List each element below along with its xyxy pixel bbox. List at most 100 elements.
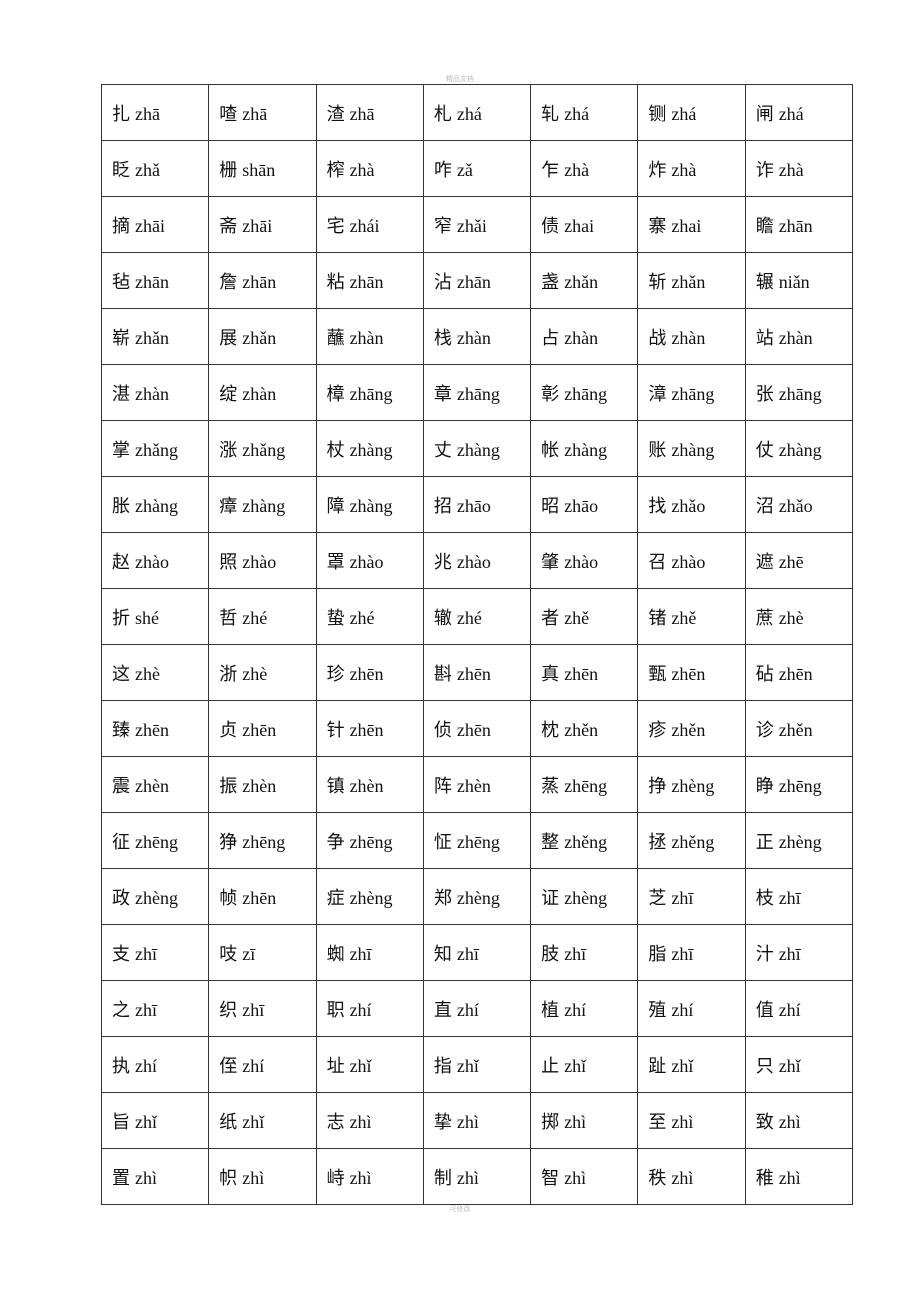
table-cell: 掌 zhǎng	[100, 420, 210, 477]
pinyin-text: zhǎn	[671, 271, 706, 292]
hanzi-character: 窄	[433, 215, 452, 237]
table-cell: 者 zhě	[530, 588, 639, 645]
hanzi-character: 摘	[112, 215, 130, 237]
pinyin-text: zhī	[671, 887, 694, 908]
table-row: 政 zhèng 帧 zhēn 症 zhèng 郑 zhèng 证 zhèng 芝 zhī 枝 zhī	[100, 868, 854, 925]
pinyin-text: zhèng	[778, 831, 822, 852]
hanzi-character: 整	[541, 831, 560, 853]
pinyin-text: zhì	[135, 1167, 157, 1188]
hanzi-character: 制	[433, 1167, 452, 1189]
table-cell: 贞 zhēn	[208, 700, 317, 757]
pinyin-text: zhǎo	[778, 495, 813, 516]
hanzi-character: 斟	[433, 663, 452, 685]
table-cell: 喳 zhā	[208, 84, 317, 141]
pinyin-text: zhǐ	[349, 1055, 372, 1076]
pinyin-text: zhǎng	[135, 439, 178, 460]
pinyin-text: zhai	[671, 215, 702, 236]
pinyin-text: zhā	[349, 103, 375, 124]
hanzi-character: 闸	[755, 103, 774, 125]
hanzi-character: 郑	[433, 887, 452, 909]
table-row: 支 zhī 吱 zī 蜘 zhī 知 zhī 肢 zhī 脂 zhī 汁 zhī	[100, 924, 854, 981]
table-cell: 置 zhì	[100, 1148, 210, 1205]
hanzi-character: 湛	[112, 383, 130, 405]
hanzi-character: 址	[326, 1055, 345, 1077]
hanzi-character: 张	[755, 383, 774, 405]
hanzi-character: 占	[541, 327, 560, 349]
hanzi-character: 兆	[433, 551, 452, 573]
table-cell: 知 zhī	[422, 924, 532, 981]
hanzi-character: 毡	[112, 271, 130, 293]
table-cell: 涨 zhǎng	[208, 420, 317, 477]
table-cell: 闸 zhá	[744, 84, 854, 141]
hanzi-character: 栈	[433, 327, 452, 349]
hanzi-character: 致	[755, 1111, 774, 1133]
hanzi-character: 漳	[648, 383, 667, 405]
hanzi-character: 至	[648, 1111, 667, 1133]
table-cell: 召 zhào	[637, 532, 746, 589]
table-cell: 斟 zhēn	[422, 644, 532, 701]
table-cell: 张 zhāng	[744, 364, 854, 421]
hanzi-character: 胀	[112, 495, 130, 517]
pinyin-text: zhì	[456, 1111, 479, 1132]
table-cell: 詹 zhān	[208, 252, 317, 309]
table-cell: 致 zhì	[744, 1092, 854, 1149]
table-cell: 植 zhí	[530, 980, 639, 1037]
pinyin-text: zhàn	[671, 327, 706, 348]
pinyin-text: zhǎn	[242, 327, 277, 348]
pinyin-text: zhì	[564, 1111, 587, 1132]
hanzi-character: 支	[112, 943, 130, 965]
table-cell: 毡 zhān	[100, 252, 210, 309]
hanzi-character: 侄	[219, 1055, 238, 1077]
pinyin-text: zhēn	[564, 663, 599, 684]
hanzi-character: 杖	[326, 439, 345, 461]
hanzi-character: 浙	[219, 663, 238, 685]
table-cell: 止 zhǐ	[530, 1036, 639, 1093]
pinyin-text: zhì	[456, 1167, 479, 1188]
hanzi-character: 赵	[112, 551, 130, 573]
table-cell: 职 zhí	[315, 980, 424, 1037]
hanzi-character: 镇	[326, 775, 345, 797]
table-cell: 帐 zhàng	[530, 420, 639, 477]
hanzi-character: 展	[219, 327, 238, 349]
table-cell: 镇 zhèn	[315, 756, 424, 813]
table-cell: 帜 zhì	[208, 1148, 317, 1205]
table-cell: 蒸 zhēng	[530, 756, 639, 813]
pinyin-text: zhè	[778, 607, 804, 628]
hanzi-character: 智	[541, 1167, 560, 1189]
table-row: 眨 zhǎ 栅 shān 榨 zhà 咋 zǎ 乍 zhà 炸 zhà 诈 zhà	[100, 140, 854, 197]
pinyin-text: zhàng	[349, 439, 393, 460]
table-cell: 盏 zhǎn	[530, 252, 639, 309]
pinyin-text: zhāng	[349, 383, 393, 404]
table-row: 毡 zhān 詹 zhān 粘 zhān 沾 zhān 盏 zhǎn 斩 zhǎn 辗 niǎn	[100, 252, 854, 309]
hanzi-character: 帐	[541, 439, 560, 461]
pinyin-text: zhī	[242, 999, 265, 1020]
pinyin-text: zhào	[456, 551, 491, 572]
hanzi-character: 照	[219, 551, 238, 573]
table-cell: 值 zhí	[744, 980, 854, 1037]
table-cell: 执 zhí	[100, 1036, 210, 1093]
hanzi-character: 斋	[219, 215, 238, 237]
table-cell: 兆 zhào	[422, 532, 532, 589]
pinyin-text: zhēng	[778, 775, 822, 796]
hanzi-character: 指	[433, 1055, 452, 1077]
hanzi-character: 争	[326, 831, 345, 853]
hanzi-character: 证	[541, 887, 560, 909]
pinyin-text: zhēn	[671, 663, 706, 684]
hanzi-character: 辗	[755, 271, 774, 293]
table-cell: 狰 zhēng	[208, 812, 317, 869]
table-cell: 榨 zhà	[315, 140, 424, 197]
pinyin-text: zhāng	[564, 383, 608, 404]
hanzi-character: 振	[219, 775, 238, 797]
pinyin-text: zhǐ	[778, 1055, 801, 1076]
table-cell: 粘 zhān	[315, 252, 424, 309]
hanzi-character: 挣	[648, 775, 667, 797]
pinyin-text: zhēng	[135, 831, 178, 852]
table-cell: 脂 zhī	[637, 924, 746, 981]
table-cell: 辙 zhé	[422, 588, 532, 645]
pinyin-text: zhèn	[242, 775, 277, 796]
hanzi-character: 沼	[755, 495, 774, 517]
table-cell: 咋 zǎ	[422, 140, 532, 197]
hanzi-character: 直	[433, 999, 452, 1021]
hanzi-character: 蒸	[541, 775, 560, 797]
pinyin-text: zhàng	[778, 439, 822, 460]
